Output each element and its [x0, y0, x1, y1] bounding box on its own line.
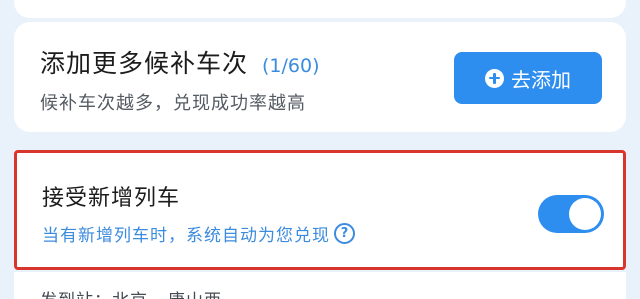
- page: 添加更多候补车次 (1/60) 候补车次越多，兑现成功率越高 去添加 接受新增列…: [0, 0, 640, 299]
- toggle-knob: [569, 198, 601, 230]
- add-trains-button[interactable]: 去添加: [454, 52, 602, 104]
- question-circle-icon[interactable]: ?: [334, 223, 355, 244]
- accept-new-trains-title: 接受新增列车: [42, 186, 181, 211]
- accept-new-trains-description: 当有新增列车时，系统自动为您兑现: [42, 226, 330, 246]
- accept-new-trains-card: 接受新增列车 当有新增列车时，系统自动为您兑现 ?: [14, 150, 626, 270]
- previous-card: [14, 0, 626, 18]
- route-stations: 发到站：北京 - 唐山西: [40, 286, 222, 299]
- accept-new-trains-description-row: 当有新增列车时，系统自动为您兑现 ?: [42, 221, 355, 246]
- accept-new-trains-toggle[interactable]: [538, 195, 604, 233]
- add-more-card: 添加更多候补车次 (1/60) 候补车次越多，兑现成功率越高 去添加: [14, 22, 626, 132]
- route-card: 发到站：北京 - 唐山西: [14, 272, 626, 299]
- add-more-subtitle: 候补车次越多，兑现成功率越高: [40, 93, 306, 114]
- plus-circle-icon: [485, 68, 504, 88]
- add-more-title-row: 添加更多候补车次 (1/60): [40, 44, 320, 80]
- add-more-count: (1/60): [262, 55, 320, 77]
- add-more-title: 添加更多候补车次: [40, 49, 249, 78]
- add-trains-button-label: 去添加: [511, 67, 571, 92]
